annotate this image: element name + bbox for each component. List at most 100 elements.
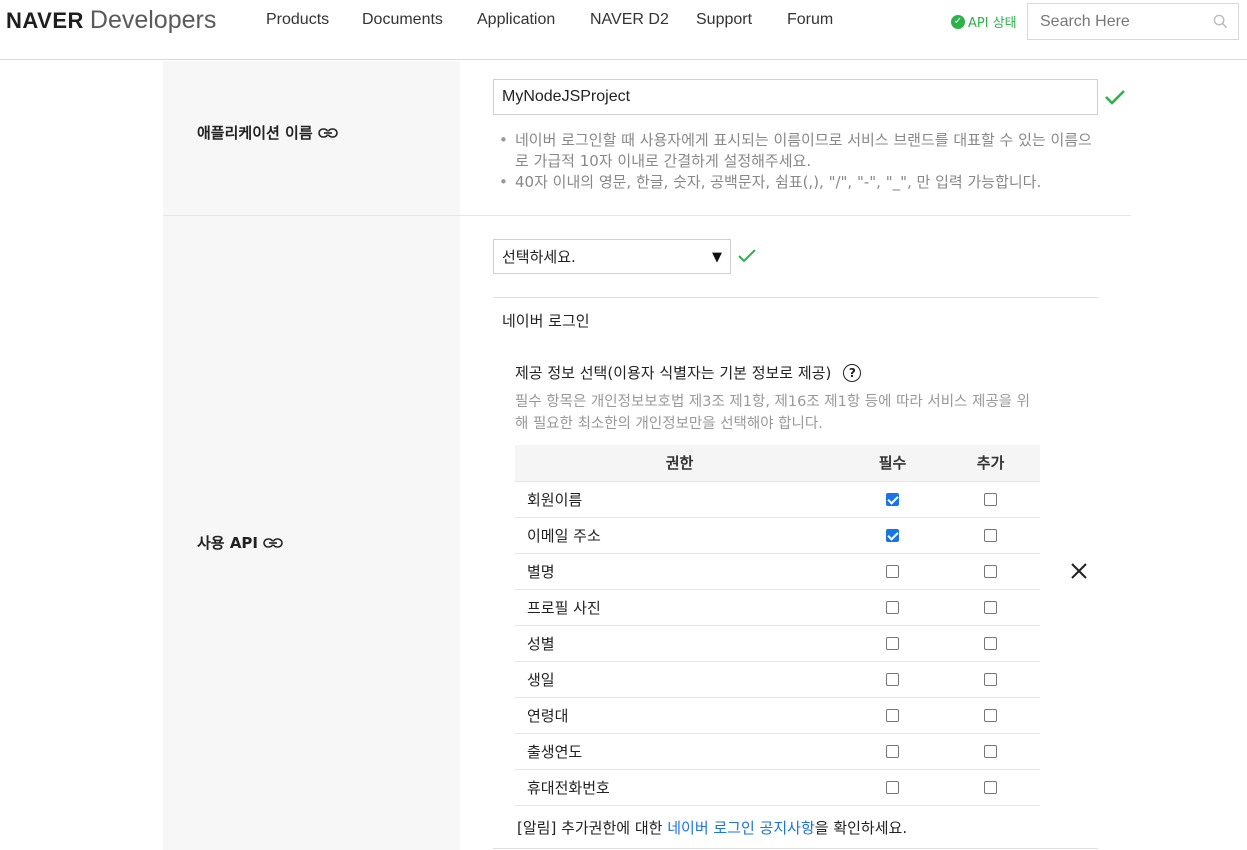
notice-link[interactable]: 네이버 로그인 공지사항 (667, 819, 815, 837)
table-row: 이메일 주소 (515, 516, 1040, 553)
table-row: 연령대 (515, 696, 1040, 733)
nav-application[interactable]: Application (477, 11, 555, 29)
table-row: 출생연도 (515, 732, 1040, 769)
api-label-cell: 사용 API (163, 216, 460, 850)
close-icon[interactable] (1069, 561, 1089, 581)
permission-name: 프로필 사진 (515, 588, 844, 625)
col-additional: 추가 (941, 445, 1040, 481)
permission-name: 회원이름 (515, 480, 844, 517)
dropdown-caret-icon: ▼ (712, 250, 722, 265)
link-icon[interactable] (317, 127, 338, 139)
search-input[interactable] (1028, 4, 1203, 39)
required-checkbox[interactable] (886, 709, 899, 722)
nav-naver-d2[interactable]: NAVER D2 (590, 11, 669, 29)
valid-check-icon (738, 249, 756, 263)
permission-table: 권한 필수 추가 회원이름 이메일 주소 별명 프로필 사진 성별 생일 연령대 출생연도 휴대… (515, 445, 1040, 806)
permission-name: 성별 (515, 624, 844, 661)
table-row: 생일 (515, 660, 1040, 697)
col-required: 필수 (844, 445, 941, 481)
table-row: 회원이름 (515, 480, 1040, 517)
notice-text: [알림] 추가권한에 대한 네이버 로그인 공지사항을 확인하세요. (517, 817, 907, 838)
additional-cell (941, 624, 1040, 661)
required-cell (844, 768, 941, 806)
additional-cell (941, 732, 1040, 769)
naver-developers-logo[interactable]: NAVER Developers (6, 6, 216, 36)
app-name-notes: 네이버 로그인할 때 사용자에게 표시되는 이름이므로 서비스 브랜드를 대표할… (497, 130, 1097, 193)
required-cell (844, 516, 941, 553)
api-panel-bottom-divider (493, 848, 1098, 849)
api-status-link[interactable]: ✓ API 상태 (951, 12, 1017, 31)
permission-rows: 회원이름 이메일 주소 별명 프로필 사진 성별 생일 연령대 출생연도 휴대전화번호 (515, 480, 1040, 806)
table-row: 별명 (515, 552, 1040, 589)
table-row: 휴대전화번호 (515, 768, 1040, 806)
permission-name: 생일 (515, 660, 844, 697)
permission-name: 연령대 (515, 696, 844, 733)
table-row: 성별 (515, 624, 1040, 661)
additional-cell (941, 552, 1040, 589)
required-cell (844, 696, 941, 733)
permission-name: 별명 (515, 552, 844, 589)
notice-suffix: 을 확인하세요. (814, 819, 908, 837)
app-name-input[interactable] (493, 79, 1098, 115)
app-name-label-cell: 애플리케이션 이름 (163, 61, 460, 215)
additional-checkbox[interactable] (984, 565, 997, 578)
additional-checkbox[interactable] (984, 529, 997, 542)
additional-cell (941, 516, 1040, 553)
additional-checkbox[interactable] (984, 601, 997, 614)
required-cell (844, 660, 941, 697)
required-checkbox[interactable] (886, 493, 899, 506)
api-select[interactable]: 선택하세요. ▼ (493, 239, 731, 274)
nav-support[interactable]: Support (696, 11, 752, 29)
additional-checkbox[interactable] (984, 493, 997, 506)
required-checkbox[interactable] (886, 745, 899, 758)
provide-info-desc: 필수 항목은 개인정보보호법 제3조 제1항, 제16조 제1항 등에 따라 서… (515, 394, 1030, 432)
nav-products[interactable]: Products (266, 11, 329, 29)
app-name-label: 애플리케이션 이름 (197, 122, 338, 143)
search-box (1027, 3, 1239, 40)
logo-brand: NAVER (6, 8, 84, 33)
nav-documents[interactable]: Documents (362, 11, 443, 29)
required-cell (844, 480, 941, 517)
additional-checkbox[interactable] (984, 709, 997, 722)
required-checkbox[interactable] (886, 565, 899, 578)
required-checkbox[interactable] (886, 781, 899, 794)
col-permission: 권한 (515, 445, 844, 481)
link-icon[interactable] (263, 537, 283, 549)
additional-checkbox[interactable] (984, 745, 997, 758)
additional-checkbox[interactable] (984, 781, 997, 794)
table-row: 프로필 사진 (515, 588, 1040, 625)
additional-cell (941, 768, 1040, 806)
additional-cell (941, 660, 1040, 697)
required-cell (844, 732, 941, 769)
status-ok-icon: ✓ (951, 14, 965, 29)
additional-cell (941, 588, 1040, 625)
provide-info-title: 제공 정보 선택(이용자 식별자는 기본 정보로 제공) ? (515, 362, 862, 383)
note-item: 네이버 로그인할 때 사용자에게 표시되는 이름이므로 서비스 브랜드를 대표할… (497, 130, 1097, 172)
permission-name: 이메일 주소 (515, 516, 844, 553)
search-icon[interactable] (1213, 14, 1228, 29)
help-icon[interactable]: ? (843, 363, 862, 382)
additional-checkbox[interactable] (984, 673, 997, 686)
notice-prefix: [알림] 추가권한에 대한 (517, 819, 668, 837)
api-label-text: 사용 API (197, 534, 259, 552)
provide-info-title-text: 제공 정보 선택(이용자 식별자는 기본 정보로 제공) (515, 364, 832, 382)
required-checkbox[interactable] (886, 529, 899, 542)
required-checkbox[interactable] (886, 637, 899, 650)
api-name: 네이버 로그인 (502, 312, 590, 330)
permission-name: 출생연도 (515, 732, 844, 769)
api-select-value: 선택하세요. (502, 248, 576, 266)
top-header: NAVER Developers Products Documents Appl… (0, 0, 1247, 60)
required-checkbox[interactable] (886, 673, 899, 686)
additional-cell (941, 696, 1040, 733)
api-label: 사용 API (197, 532, 283, 553)
required-cell (844, 552, 941, 589)
api-status-label: API 상태 (968, 16, 1017, 31)
required-cell (844, 624, 941, 661)
additional-cell (941, 480, 1040, 517)
required-checkbox[interactable] (886, 601, 899, 614)
permission-name: 휴대전화번호 (515, 768, 844, 806)
nav-forum[interactable]: Forum (787, 11, 833, 29)
additional-checkbox[interactable] (984, 637, 997, 650)
app-name-label-text: 애플리케이션 이름 (197, 124, 313, 142)
valid-check-icon (1105, 90, 1125, 105)
